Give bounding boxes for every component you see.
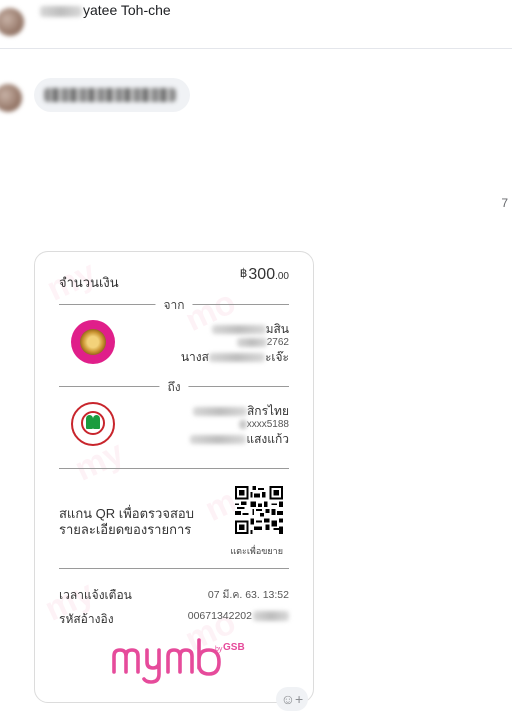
brand-by: by [215,646,223,653]
reference-row: รหัสอ้างอิง 00671342202 [59,610,289,626]
amount-label: จำนวนเงิน [59,275,119,290]
sender-details: มสิน 2762 นางส ะเจ๊ะ [181,322,289,364]
sender-avatar[interactable] [0,84,22,112]
amount-row: จำนวนเงิน ฿300.00 [59,266,289,292]
redacted-message-text [44,88,176,102]
recipient-bank: สิกรไทย [190,404,289,418]
redacted-name-part [40,5,82,17]
to-divider: ถึง [59,378,289,397]
notification-time-value: 07 มี.ค. 63. 13:52 [207,589,289,601]
qr-tap-to-enlarge[interactable]: แตะเพื่อขยาย [230,544,283,558]
add-reaction-button[interactable]: ☺+ [276,687,308,711]
transfer-slip-card[interactable]: my mo my mo my mo จำนวนเงิน ฿300.00 จาก … [34,251,314,703]
section-divider [59,468,289,469]
from-label: จาก [155,296,193,315]
sender-bank: มสิน [181,322,289,336]
recipient-details: สิกรไทย xxxx5188 แสงแก้ว [190,404,289,446]
timestamp-fragment: 7 [501,196,508,210]
notification-time-row: เวลาแจ้งเตือน 07 มี.ค. 63. 13:52 [59,586,289,602]
gsb-bank-logo [71,320,115,364]
chat-header: yatee Toh-che [0,0,512,49]
sender-account: 2762 [181,336,289,350]
contact-name-text: yatee Toh-che [83,2,171,18]
recipient-name: แสงแก้ว [190,432,289,446]
brand-gsb: GSB [223,642,245,653]
add-reaction-icon: ☺+ [280,691,304,707]
amount-value: ฿300.00 [239,266,289,283]
sender-name: นางส ะเจ๊ะ [180,350,289,364]
reference-label: รหัสอ้างอิง [59,612,114,626]
kbank-logo [71,402,115,446]
notification-time-label: เวลาแจ้งเตือน [59,588,132,602]
reference-value: 00671342202 [188,610,289,622]
gsb-emblem [80,329,106,355]
recipient-account: xxxx5188 [190,418,289,432]
to-label: ถึง [159,378,189,397]
qr-code[interactable] [235,486,283,534]
section-divider [59,568,289,569]
from-divider: จาก [59,296,289,315]
contact-name[interactable]: yatee Toh-che [40,2,171,18]
qr-instruction: สแกน QR เพื่อตรวจสอบ รายละเอียดของรายการ [59,506,194,537]
message-bubble[interactable] [34,78,190,112]
contact-avatar[interactable] [0,8,24,36]
kbank-leaf-icon [86,415,93,429]
